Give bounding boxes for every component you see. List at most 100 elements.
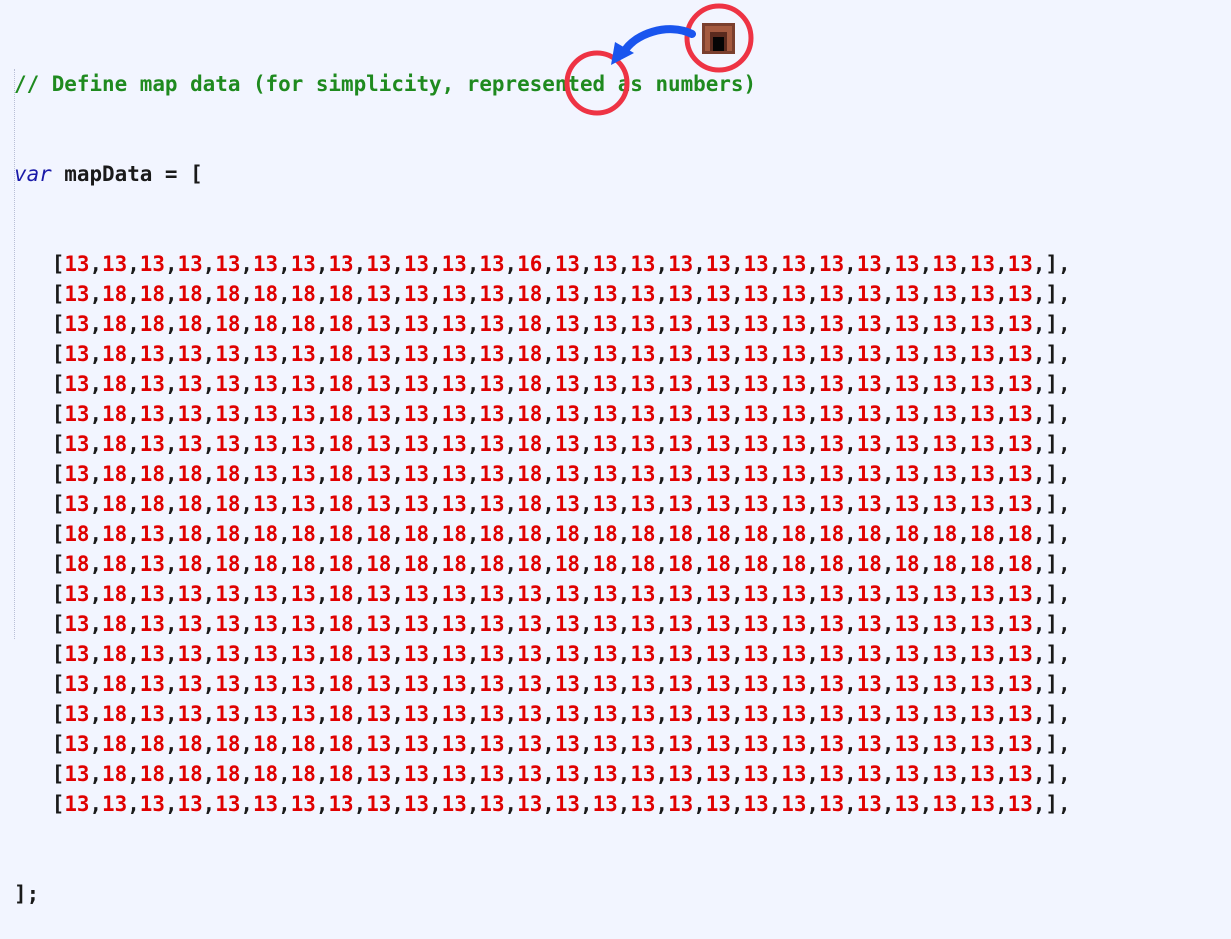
comma: , (504, 492, 518, 516)
comma: , (466, 792, 480, 816)
map-cell-value: 13 (894, 672, 920, 696)
map-cell-value: 18 (705, 522, 731, 546)
map-cell-value: 13 (668, 282, 694, 306)
comma: , (617, 792, 631, 816)
comma: , (504, 372, 518, 396)
map-cell-value: 18 (139, 492, 165, 516)
row-close-bracket: ], (1045, 282, 1071, 306)
map-cell-value: 13 (64, 582, 90, 606)
map-cell-value: 13 (630, 792, 656, 816)
map-cell-value: 18 (328, 672, 354, 696)
map-row: [18,18,13,18,18,18,18,18,18,18,18,18,18,… (14, 549, 1071, 579)
comma: , (202, 702, 216, 726)
comma: , (504, 342, 518, 366)
map-cell-value: 18 (177, 492, 203, 516)
map-cell-value: 18 (328, 462, 354, 486)
comma: , (466, 282, 480, 306)
map-cell-value: 18 (328, 312, 354, 336)
map-cell-value: 13 (856, 312, 882, 336)
map-cell-value: 13 (894, 732, 920, 756)
comma: , (655, 282, 669, 306)
map-cell-value: 18 (517, 522, 543, 546)
comma: , (127, 282, 140, 306)
row-open-bracket: [ (14, 432, 65, 456)
map-cell-value: 13 (856, 642, 882, 666)
comma: , (957, 732, 970, 756)
comma: , (730, 312, 744, 336)
map-cell-value: 13 (932, 732, 958, 756)
comma: , (429, 552, 442, 576)
comma: , (391, 582, 404, 606)
map-cell-value: 13 (1007, 312, 1033, 336)
map-cell-value: 13 (932, 792, 958, 816)
comma: , (202, 432, 216, 456)
row-close-bracket: ], (1045, 252, 1071, 276)
map-cell-value: 18 (479, 552, 505, 576)
map-cell-value: 13 (894, 702, 920, 726)
map-cell-value: 13 (743, 672, 769, 696)
comma: , (844, 762, 857, 786)
map-cell-value: 13 (781, 342, 807, 366)
comma: , (164, 552, 178, 576)
comma: , (580, 582, 593, 606)
map-cell-value: 13 (969, 792, 996, 816)
comma: , (881, 252, 895, 276)
map-cell-value: 18 (102, 342, 128, 366)
comma: , (89, 702, 103, 726)
map-cell-value: 18 (252, 282, 279, 306)
comma: , (429, 612, 442, 636)
map-cell-value: 13 (743, 792, 769, 816)
map-cell-value: 13 (819, 372, 845, 396)
map-cell-value: 13 (856, 432, 882, 456)
map-cell-value: 13 (819, 402, 845, 426)
comma: , (881, 402, 895, 426)
code-editor[interactable]: // Define map data (for simplicity, repr… (14, 9, 1071, 939)
map-cell-value: 13 (705, 402, 731, 426)
comma: , (466, 372, 480, 396)
map-cell-value: 13 (856, 342, 882, 366)
comma: , (919, 732, 933, 756)
map-cell-value: 13 (441, 612, 467, 636)
comma: , (315, 402, 329, 426)
map-cell-value: 13 (215, 792, 241, 816)
map-cell-value: 13 (479, 282, 505, 306)
comma: , (353, 642, 367, 666)
comma: , (580, 702, 593, 726)
comma: , (429, 342, 442, 366)
map-row: [13,18,13,13,13,13,13,18,13,13,13,13,13,… (14, 669, 1071, 699)
comma: , (504, 402, 518, 426)
map-cell-value: 13 (64, 492, 90, 516)
comma: , (164, 432, 178, 456)
map-cell-value: 18 (328, 492, 354, 516)
comma: , (429, 402, 442, 426)
map-cell-value: 18 (592, 552, 618, 576)
map-cell-value: 18 (328, 402, 354, 426)
comma: , (730, 702, 744, 726)
comma: , (768, 282, 782, 306)
comma: , (466, 642, 480, 666)
closing-bracket: ]; (14, 882, 40, 906)
comma: , (995, 582, 1008, 606)
map-cell-value: 13 (969, 372, 996, 396)
map-cell-value: 13 (252, 252, 279, 276)
comma: , (957, 672, 970, 696)
comma: , (730, 642, 744, 666)
map-cell-value: 13 (441, 792, 467, 816)
comma: , (429, 702, 442, 726)
comma: , (806, 792, 819, 816)
map-cell-value: 13 (743, 372, 769, 396)
comma: , (429, 642, 442, 666)
map-cell-value: 13 (819, 732, 845, 756)
map-cell-value: 18 (366, 522, 392, 546)
map-cell-value: 13 (290, 612, 316, 636)
comma: , (542, 432, 555, 456)
map-cell-value: 13 (630, 612, 656, 636)
map-cell-value: 18 (932, 552, 958, 576)
map-cell-value: 13 (403, 762, 430, 786)
comma: , (806, 402, 819, 426)
comma: , (164, 612, 178, 636)
map-cell-value: 13 (932, 312, 958, 336)
comma: , (127, 612, 140, 636)
map-cell-value: 18 (290, 282, 316, 306)
map-cell-value: 13 (969, 402, 996, 426)
